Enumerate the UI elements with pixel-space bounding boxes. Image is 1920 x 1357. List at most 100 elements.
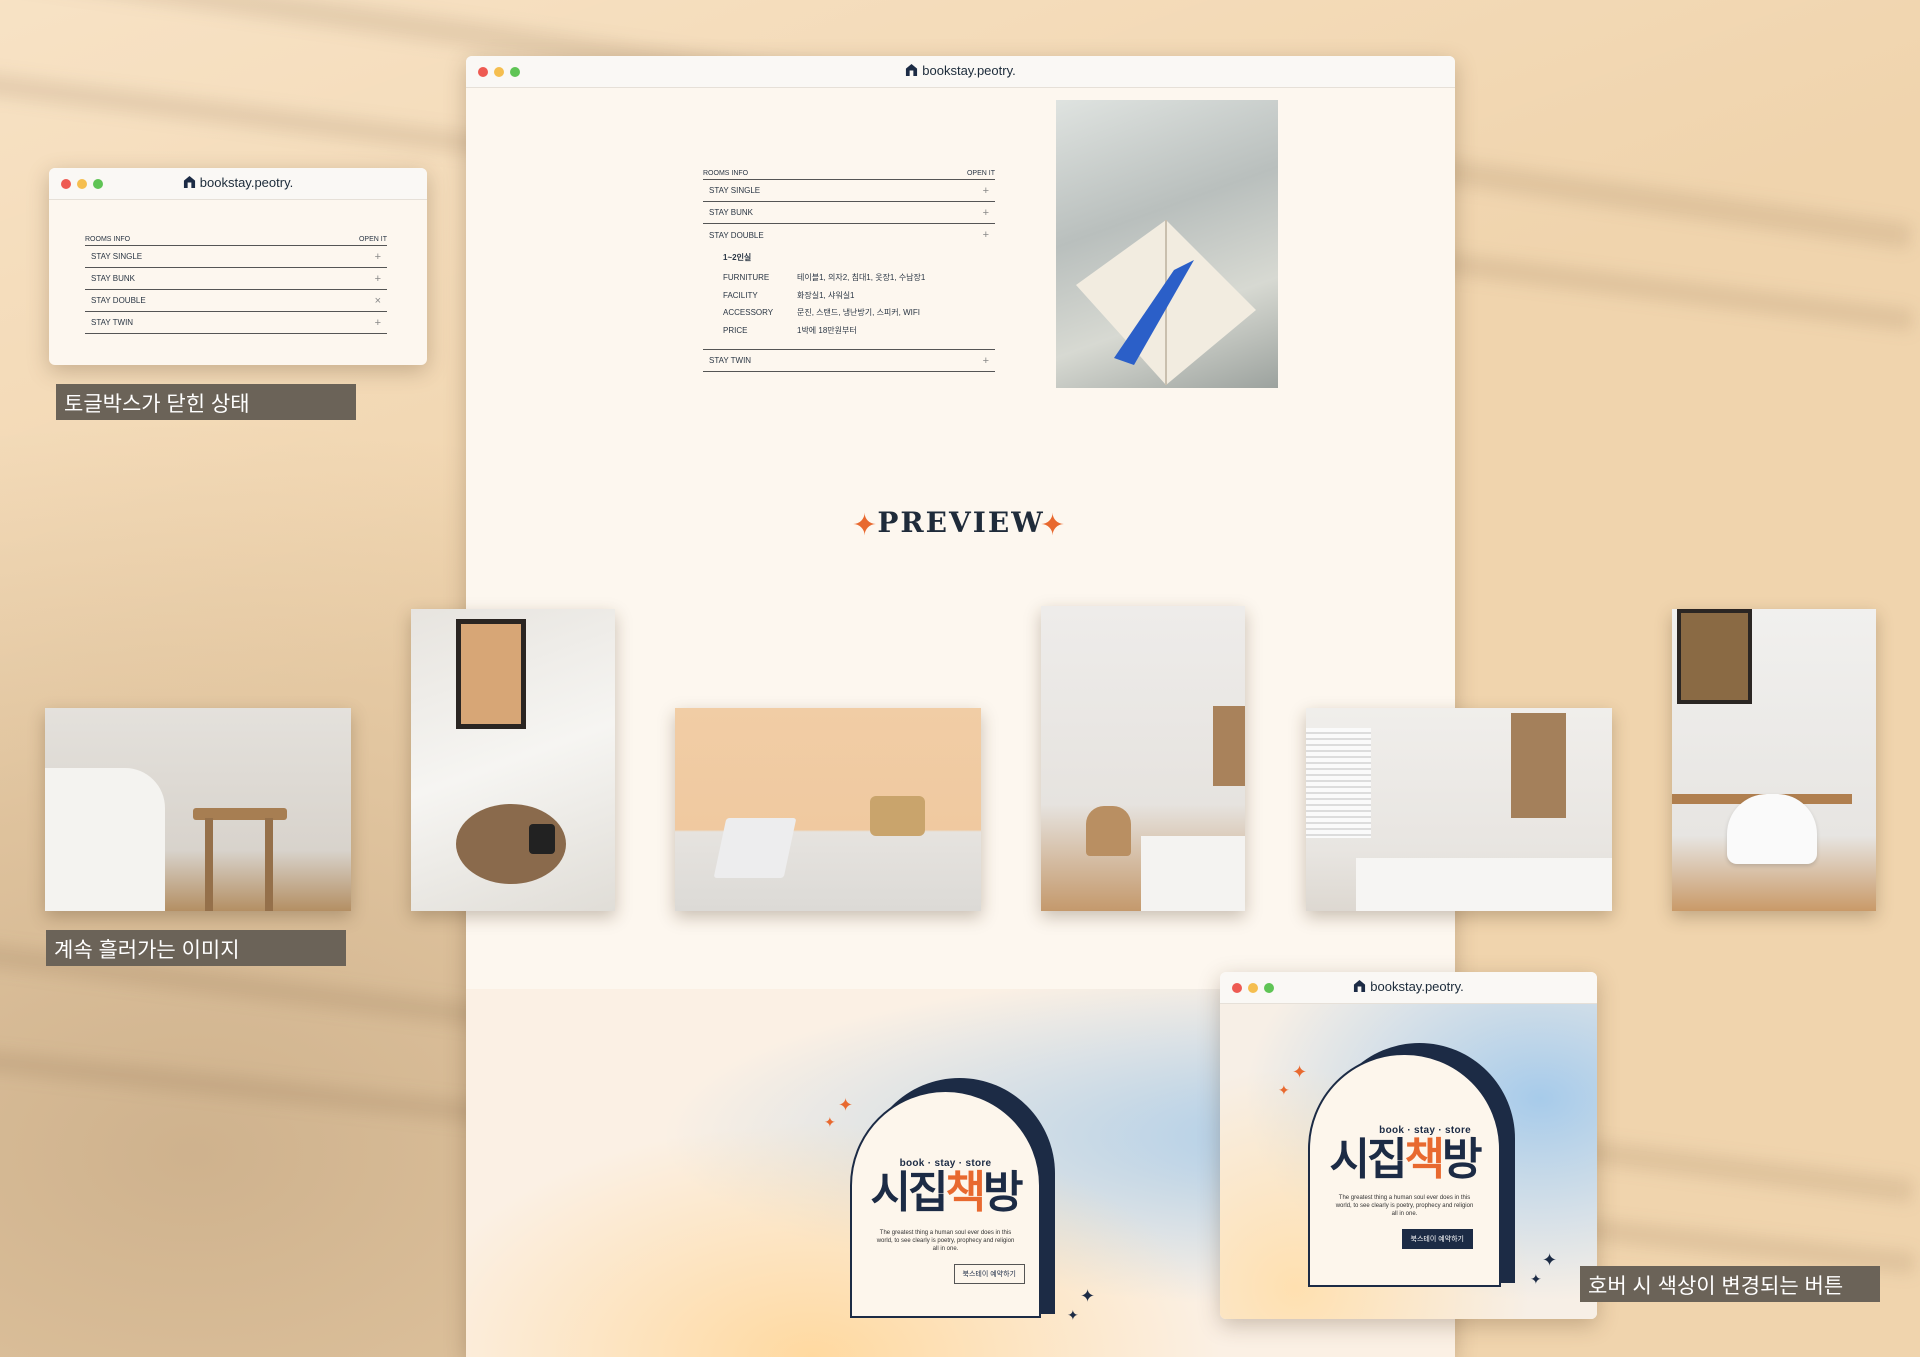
accordion-row-single[interactable]: STAY SINGLE + xyxy=(703,180,995,202)
card-arch: book · stay · store 시집책방 The greatest th… xyxy=(850,1090,1041,1318)
detail-line: ACCESSORY 문진, 스탠드, 냉난방기, 스피커, WIFI xyxy=(723,304,975,322)
gallery-photo-dining xyxy=(1672,609,1876,911)
detail-value: 테이블1, 의자2, 침대1, 옷장1, 수납장1 xyxy=(797,273,926,282)
sparkle-icon: ✦ xyxy=(1542,1250,1558,1270)
laptop-shape xyxy=(713,818,797,878)
logo-part-accent: 책 xyxy=(1404,1134,1446,1185)
chair-shape xyxy=(870,796,925,836)
bed-shape xyxy=(1141,836,1245,911)
logo-part: 방 xyxy=(982,1167,1024,1218)
close-x-icon[interactable]: × xyxy=(375,295,381,307)
card-arch: book · stay · store 시집책방 The greatest th… xyxy=(1308,1053,1501,1287)
cta-container: 북스테이 예약하기 xyxy=(852,1263,1039,1284)
sparkle-icon: ✦ xyxy=(1040,509,1066,542)
label-toggle-closed: 토글박스가 닫힌 상태 xyxy=(56,384,356,420)
accordion-header-left: ROOMS INFO xyxy=(85,236,131,243)
accordion-header-left: ROOMS INFO xyxy=(703,170,749,177)
sparkle-icon: ✦ xyxy=(1067,1307,1079,1323)
sparkle-icon: ✦ xyxy=(1080,1286,1096,1306)
accordion-row-bunk[interactable]: STAY BUNK + xyxy=(85,268,387,290)
logo-part: 방 xyxy=(1441,1134,1483,1185)
sparkle-icon: ✦ xyxy=(1530,1271,1542,1287)
room-capacity: 1~2인실 xyxy=(723,253,752,262)
accordion-row-twin[interactable]: STAY TWIN + xyxy=(703,350,995,372)
accordion-header: ROOMS INFO OPEN IT xyxy=(85,236,387,246)
detail-key: FACILITY xyxy=(723,290,758,300)
window-title: bookstay.peotry. xyxy=(1220,979,1597,994)
detail-value: 1박에 18만원부터 xyxy=(797,325,857,335)
reserve-button-hover[interactable]: 북스테이 예약하기 xyxy=(1401,1229,1473,1249)
detail-line: FURNITURE 테이블1, 의자2, 침대1, 옷장1, 수납장1 xyxy=(723,269,975,287)
logo-part: 시집 xyxy=(870,1167,949,1218)
row-label: STAY TWIN xyxy=(91,318,134,327)
plus-icon[interactable]: + xyxy=(375,273,381,285)
detail-key: PRICE xyxy=(723,325,748,335)
reserve-button[interactable]: 북스테이 예약하기 xyxy=(953,1264,1025,1284)
window-title-text: bookstay.peotry. xyxy=(922,63,1016,78)
row-label: STAY SINGLE xyxy=(91,252,143,261)
chair-shape xyxy=(1727,794,1817,864)
window-title-text: bookstay.peotry. xyxy=(199,175,294,190)
detail-value: 문진, 스탠드, 냉난방기, 스피커, WIFI xyxy=(797,308,920,317)
row-label: STAY TWIN xyxy=(709,356,752,365)
detail-line: FACILITY 화장실1, 샤워실1 xyxy=(723,287,975,305)
house-logo-icon xyxy=(183,175,195,189)
wall-art-shape xyxy=(1213,706,1245,786)
window-title: bookstay.peotry. xyxy=(49,175,427,190)
chair-shape xyxy=(1086,806,1131,856)
book-on-bed-photo xyxy=(1056,100,1278,388)
accordion-row-double[interactable]: STAY DOUBLE + xyxy=(703,224,995,246)
accordion-header-right: OPEN IT xyxy=(966,170,995,177)
detail-line: PRICE 1박에 18만원부터 xyxy=(723,322,975,340)
stool-leg xyxy=(205,818,213,911)
brand-tagline: The greatest thing a human soul ever doe… xyxy=(1335,1195,1474,1217)
brand-tagline: The greatest thing a human soul ever doe… xyxy=(876,1230,1015,1252)
logo-part-accent: 책 xyxy=(945,1167,987,1218)
accordion-row-bunk[interactable]: STAY BUNK + xyxy=(703,202,995,224)
bed-shape xyxy=(1356,858,1612,911)
detail-key: ACCESSORY xyxy=(723,308,774,317)
row-label: STAY DOUBLE xyxy=(91,296,146,305)
gallery-photo-stool xyxy=(45,708,351,911)
frame-shape xyxy=(456,619,526,729)
book-illustration xyxy=(1076,220,1256,385)
detail-value: 화장실1, 샤워실1 xyxy=(797,290,855,300)
row-label: STAY DOUBLE xyxy=(709,230,764,240)
plus-icon[interactable]: + xyxy=(375,317,381,329)
accordion-row-single[interactable]: STAY SINGLE + xyxy=(85,246,387,268)
bedding-shape xyxy=(45,768,165,911)
brand-logo: 시집책방 xyxy=(1310,1136,1499,1184)
gallery-photo-laptop xyxy=(675,708,981,911)
row-label: STAY SINGLE xyxy=(709,186,761,195)
accordion-detail-double: 1~2인실 FURNITURE 테이블1, 의자2, 침대1, 옷장1, 수납장1… xyxy=(703,246,995,350)
sparkle-icon: ✦ xyxy=(1278,1082,1290,1098)
row-label: STAY BUNK xyxy=(91,274,136,283)
accordion-row-double[interactable]: STAY DOUBLE × xyxy=(85,290,387,312)
brand-card: book · stay · store 시집책방 The greatest th… xyxy=(850,1078,1055,1318)
accordion-header-right: OPEN IT xyxy=(358,236,387,243)
plus-icon[interactable]: + xyxy=(983,207,989,219)
window-title: bookstay.peotry. xyxy=(466,63,1455,78)
mug-shape xyxy=(529,824,555,854)
window-title-text: bookstay.peotry. xyxy=(1370,979,1464,994)
preview-title: PREVIEW xyxy=(877,506,1045,539)
window-titlebar: bookstay.peotry. xyxy=(466,56,1455,88)
accordion-row-twin[interactable]: STAY TWIN + xyxy=(85,312,387,334)
stool-leg xyxy=(265,818,273,911)
house-logo-icon xyxy=(906,63,918,77)
plus-icon[interactable]: + xyxy=(375,251,381,263)
label-flowing-images: 계속 흘러가는 이미지 xyxy=(46,930,346,966)
plus-icon[interactable]: + xyxy=(983,355,989,367)
sparkle-icon: ✦ xyxy=(824,1114,836,1130)
window-titlebar: bookstay.peotry. xyxy=(49,168,427,200)
label-hover-button: 호버 시 색상이 변경되는 버튼 xyxy=(1580,1266,1880,1302)
gallery-photo-room xyxy=(1041,606,1245,911)
gallery-photo-tray xyxy=(411,609,615,911)
wall-art-shape xyxy=(1511,713,1566,818)
brand-card-hover: book · stay · store 시집책방 The greatest th… xyxy=(1308,1043,1515,1287)
plus-icon[interactable]: + xyxy=(983,185,989,197)
window-titlebar: bookstay.peotry. xyxy=(1220,972,1597,1004)
rooms-accordion-closed: ROOMS INFO OPEN IT STAY SINGLE + STAY BUN… xyxy=(85,236,387,334)
house-logo-icon xyxy=(1354,979,1366,993)
plus-icon[interactable]: + xyxy=(983,229,989,241)
